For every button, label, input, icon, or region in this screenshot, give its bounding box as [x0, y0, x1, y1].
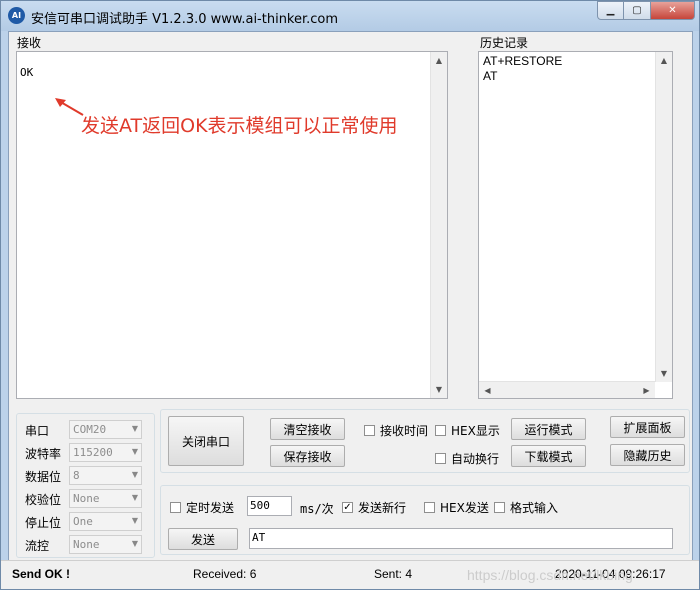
close-icon: ✕	[668, 5, 677, 16]
close-button[interactable]: ✕	[651, 1, 695, 20]
history-item[interactable]: AT+RESTORE	[483, 54, 562, 68]
history-hscrollbar[interactable]: ◀ ▶	[479, 381, 655, 398]
checkbox-box	[435, 425, 446, 436]
checkbox-box	[435, 453, 446, 464]
window-title: 安信可串口调试助手 V1.2.3.0 www.ai-thinker.com	[31, 12, 339, 27]
stopbits-label: 停止位	[25, 516, 62, 530]
receive-label: 接收	[17, 36, 42, 50]
baud-value: 115200	[73, 446, 113, 459]
scroll-down-icon[interactable]: ▼	[431, 381, 447, 398]
parity-select[interactable]: None ▼	[69, 489, 142, 508]
run-mode-button[interactable]: 运行模式	[511, 418, 586, 440]
checkbox-box	[424, 502, 435, 513]
baud-select[interactable]: 115200 ▼	[69, 443, 142, 462]
auto-wrap-label: 自动换行	[451, 452, 500, 466]
stopbits-select[interactable]: One ▼	[69, 512, 142, 531]
download-mode-button[interactable]: 下载模式	[511, 445, 586, 467]
window-controls: ▁ ▢ ✕	[597, 1, 695, 20]
interval-input[interactable]: 500	[247, 496, 292, 516]
history-item[interactable]: AT	[483, 69, 497, 83]
chevron-down-icon: ▼	[131, 539, 138, 548]
app-logo-icon: AI	[8, 7, 25, 24]
main-panel: 接收 OK 发送AT返回OK表示模组可以正常使用 ▲ ▼ 历史记录 AT+RES…	[8, 31, 693, 583]
checkbox-box	[494, 502, 505, 513]
port-value: COM20	[73, 423, 107, 436]
hide-history-button[interactable]: 隐藏历史	[610, 444, 685, 466]
port-select[interactable]: COM20 ▼	[69, 420, 142, 439]
receive-scrollbar[interactable]: ▲ ▼	[430, 52, 447, 398]
checkbox-box	[170, 502, 181, 513]
control-panel: 关闭串口 清空接收 保存接收 接收时间 HEX显示 自动换行 运行模式 下载模式…	[160, 409, 690, 473]
chevron-down-icon: ▼	[131, 447, 138, 456]
chevron-down-icon: ▼	[131, 516, 138, 525]
minimize-icon: ▁	[606, 5, 615, 16]
parity-value: None	[73, 492, 100, 505]
scroll-up-icon[interactable]: ▲	[656, 52, 672, 69]
receive-time-checkbox[interactable]: 接收时间	[364, 422, 428, 439]
clear-receive-button[interactable]: 清空接收	[270, 418, 345, 440]
send-status: Send OK !	[12, 567, 71, 581]
scroll-right-icon[interactable]: ▶	[638, 382, 655, 398]
expand-panel-button[interactable]: 扩展面板	[610, 416, 685, 438]
title-bar[interactable]: AI 安信可串口调试助手 V1.2.3.0 www.ai-thinker.com…	[1, 1, 699, 31]
hex-send-checkbox[interactable]: HEX发送	[424, 499, 489, 516]
scroll-left-icon[interactable]: ◀	[479, 382, 496, 398]
port-label: 串口	[25, 424, 50, 438]
hex-display-checkbox[interactable]: HEX显示	[435, 422, 500, 439]
send-button[interactable]: 发送	[168, 528, 238, 550]
minimize-button[interactable]: ▁	[597, 1, 624, 20]
flowctrl-select[interactable]: None ▼	[69, 535, 142, 554]
maximize-icon: ▢	[632, 5, 642, 16]
databits-value: 8	[73, 469, 80, 482]
receive-textarea[interactable]: OK 发送AT返回OK表示模组可以正常使用 ▲ ▼	[16, 51, 448, 399]
send-input[interactable]: AT	[249, 528, 673, 549]
send-newline-checkbox[interactable]: ✓ 发送新行	[342, 499, 406, 516]
history-list[interactable]: AT+RESTORE AT ▲ ▼ ◀ ▶	[478, 51, 673, 399]
timed-send-checkbox[interactable]: 定时发送	[170, 499, 234, 516]
interval-unit-label: ms/次	[300, 502, 334, 516]
chevron-down-icon: ▼	[131, 493, 138, 502]
maximize-button[interactable]: ▢	[624, 1, 651, 20]
annotation-text: 发送AT返回OK表示模组可以正常使用	[81, 115, 398, 137]
history-label: 历史记录	[480, 36, 529, 50]
save-receive-button[interactable]: 保存接收	[270, 445, 345, 467]
history-vscrollbar[interactable]: ▲ ▼	[655, 52, 672, 382]
hex-send-label: HEX发送	[440, 501, 489, 515]
format-input-checkbox[interactable]: 格式输入	[494, 499, 558, 516]
checkbox-box	[364, 425, 375, 436]
auto-wrap-checkbox[interactable]: 自动换行	[435, 450, 499, 467]
close-port-button[interactable]: 关闭串口	[168, 416, 244, 466]
app-window: AI 安信可串口调试助手 V1.2.3.0 www.ai-thinker.com…	[0, 0, 700, 590]
chevron-down-icon: ▼	[131, 424, 138, 433]
parity-label: 校验位	[25, 493, 62, 507]
chevron-down-icon: ▼	[131, 470, 138, 479]
hex-display-label: HEX显示	[451, 424, 500, 438]
scroll-up-icon[interactable]: ▲	[431, 52, 447, 69]
format-input-label: 格式输入	[510, 501, 559, 515]
databits-label: 数据位	[25, 470, 62, 484]
receive-time-label: 接收时间	[380, 424, 429, 438]
checkmark-icon: ✓	[342, 502, 353, 513]
watermark-text: https://blog.csdn.net/lkbing	[467, 567, 633, 583]
receive-content: OK	[20, 66, 34, 79]
send-newline-label: 发送新行	[358, 501, 407, 515]
scroll-down-icon[interactable]: ▼	[656, 365, 672, 382]
timed-send-label: 定时发送	[186, 501, 235, 515]
received-count: Received: 6	[193, 567, 257, 581]
sent-count: Sent: 4	[374, 567, 413, 581]
serial-settings-panel: 串口 COM20 ▼ 波特率 115200 ▼ 数据位 8 ▼ 校验位 None ▼ 停…	[16, 413, 155, 558]
flowctrl-value: None	[73, 538, 100, 551]
stopbits-value: One	[73, 515, 93, 528]
databits-select[interactable]: 8 ▼	[69, 466, 142, 485]
baud-label: 波特率	[25, 447, 62, 461]
flowctrl-label: 流控	[25, 539, 50, 553]
send-panel: 定时发送 500 ms/次 ✓ 发送新行 HEX发送 格式输入 发送 AT	[160, 485, 690, 555]
